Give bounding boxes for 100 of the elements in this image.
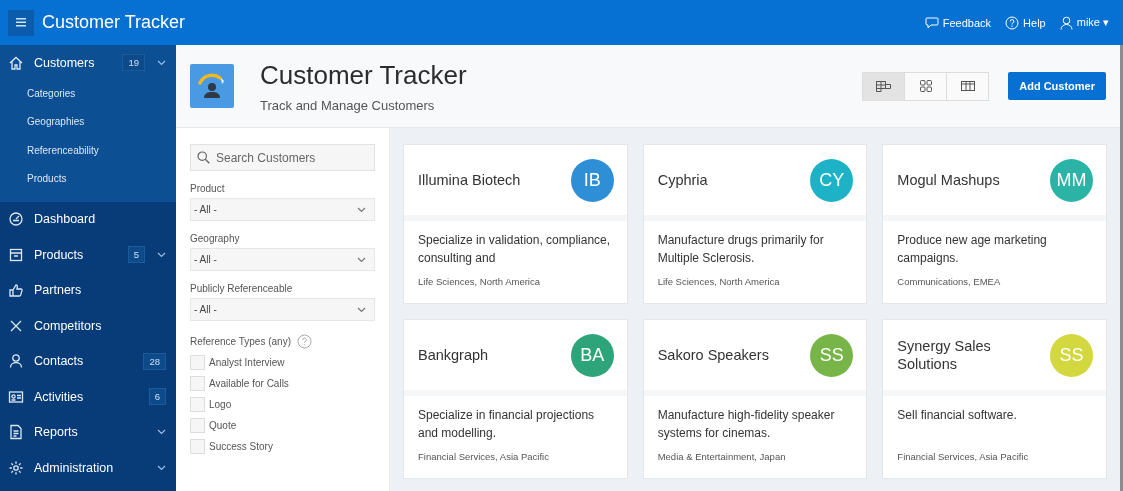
grid-icon [919,80,932,92]
person-icon [8,353,24,370]
filter-dropdown[interactable]: - All - [190,198,375,221]
customer-tags: Financial Services, Asia Pacific [897,451,1092,462]
checkbox[interactable] [190,376,205,391]
menu-button[interactable] [8,9,34,36]
customer-tags: Communications, EMEA [897,276,1092,287]
initials-avatar: IB [570,158,614,202]
count-badge: 28 [143,352,166,370]
chevron-down-icon[interactable] [157,251,166,258]
nav-item[interactable]: Reports [0,414,176,451]
checkbox[interactable] [190,439,205,454]
customer-card[interactable]: Mogul Mashups MM Produce new age marketing campaigns. Communications, EMEA [882,144,1107,304]
chevron-down-icon[interactable] [157,429,166,436]
checkbox[interactable] [190,355,205,370]
app-logo-icon [190,64,234,108]
speech-bubble-icon [924,16,939,29]
chevron-down-icon [357,206,366,213]
help-icon [1005,15,1020,30]
customer-description: Specialize in financial projections and modelling. [418,407,596,442]
add-customer-button[interactable]: Add Customer [1008,72,1106,100]
customer-description: Sell financial software. [897,407,1018,424]
document-icon [8,424,24,441]
customer-name: Synergy Sales Solutions [897,337,992,373]
count-badge: 6 [148,388,166,406]
filter-label: Product [190,183,226,194]
checkbox[interactable] [190,418,205,433]
menu-icon [16,18,26,27]
checkbox-label: Quote [209,420,237,431]
nav-item[interactable]: Products 5 [0,237,176,273]
customer-card[interactable]: Illumina Biotech IB Specialize in validation, compliance, consulting and Life Sciences, North America [403,144,628,304]
archive-box-icon [8,246,24,263]
checkbox-label: Analyst Interview [209,357,285,368]
customer-card[interactable]: Synergy Sales Solutions SS Sell financial software. Financial Services, Asia Pacific [882,319,1107,479]
filter-dropdown[interactable]: - All - [190,298,375,321]
user-icon [1059,15,1073,30]
search-field[interactable]: Search Customers [190,144,375,171]
header-link[interactable]: mike ▾ [1059,15,1109,30]
customer-description: Produce new age marketing campaigns. [897,232,1048,267]
initials-avatar: SS [1050,333,1093,377]
chevron-down-icon [357,256,366,263]
help-icon[interactable] [297,334,312,349]
customer-description: Manufacture drugs primarily for Multiple Sclerosis. [657,232,825,267]
filter-label: Geography [190,233,241,244]
thumbs-up-icon [8,282,24,299]
view-toggle-button[interactable] [862,71,906,101]
customer-tags: Life Sciences, North America [657,276,853,287]
chevron-down-icon [357,306,366,313]
nav-item[interactable]: Customers 19 [0,45,176,80]
customer-name: Bankgraph [418,346,489,364]
count-badge: 19 [122,54,145,71]
gauge-icon [8,211,24,228]
view-toggle-button[interactable] [946,71,990,101]
customer-tags: Media & Entertainment, Japan [657,451,853,462]
nav-item[interactable]: Contacts 28 [0,343,176,380]
nav-subitem[interactable]: Products [0,165,176,194]
cards-view-icon [876,80,892,92]
checkbox-label: Logo [209,399,232,410]
initials-avatar: BA [570,333,614,377]
customer-description: Manufacture high-fidelity speaker systems for cinemas. [657,407,836,442]
customer-name: Mogul Mashups [897,171,1000,189]
settings-icon [8,459,24,476]
customer-name: Cyphria [657,171,708,189]
customer-name: Illumina Biotech [418,171,521,189]
chevron-down-icon[interactable] [157,59,166,66]
nav-item[interactable]: Partners [0,272,176,309]
nav-item[interactable]: Competitors [0,308,176,344]
initials-avatar: SS [810,333,854,377]
customer-card[interactable]: Cyphria CY Manufacture drugs primarily for Multiple Sclerosis. Life Sciences, North America [642,144,868,304]
initials-avatar: CY [810,158,854,202]
nav-item[interactable]: Activities 6 [0,379,176,415]
page-title: Customer Tracker [260,59,467,91]
page-subtitle: Track and Manage Customers [260,97,436,113]
customer-card[interactable]: Bankgraph BA Specialize in financial projections and modelling. Financial Services, Asia Pacific [403,319,628,479]
nav-subitem[interactable]: Categories [0,80,176,109]
customer-name: Sakoro Speakers [657,346,769,364]
checkbox[interactable] [190,397,205,412]
customer-tags: Financial Services, Asia Pacific [418,451,613,462]
checkbox-label: Available for Calls [209,378,289,389]
home-icon [8,54,24,71]
count-badge: 5 [127,246,145,264]
nav-item[interactable]: Dashboard [0,201,176,238]
initials-avatar: MM [1050,158,1093,202]
filter-dropdown[interactable]: - All - [190,248,375,271]
header-link[interactable]: Feedback [924,15,992,30]
header-link[interactable]: Help [1005,15,1046,30]
filter-label: Reference Types (any) [190,336,291,347]
app-title: Customer Tracker [42,12,186,33]
customer-card[interactable]: Sakoro Speakers SS Manufacture high-fidelity speaker systems for cinemas. Media & Entertainment, Japan [642,319,868,479]
customer-tags: Life Sciences, North America [418,276,613,287]
view-toggle-button[interactable] [904,71,948,101]
id-card-icon [8,388,24,405]
customer-description: Specialize in validation, compliance, consulting and [418,232,612,267]
nav-subitem[interactable]: Geographies [0,108,176,137]
nav-item[interactable]: Administration [0,450,176,486]
table-icon [960,81,975,91]
checkbox-label: Success Story [209,441,273,452]
filter-label: Publicly Referenceable [190,283,294,294]
nav-subitem[interactable]: Referenceability [0,136,176,166]
chevron-down-icon[interactable] [157,464,166,471]
